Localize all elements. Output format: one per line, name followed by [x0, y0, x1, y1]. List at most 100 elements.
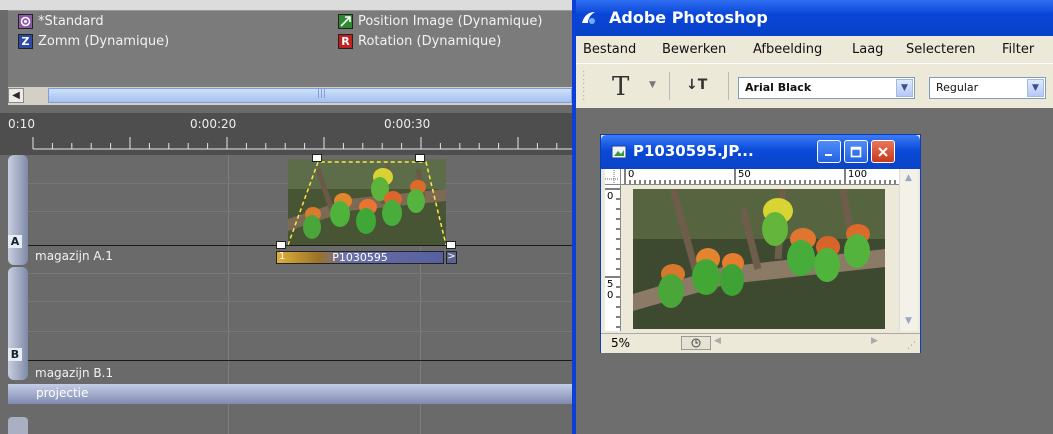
clip-thumbnail[interactable]	[288, 159, 446, 245]
vertical-ruler-ticks	[605, 188, 620, 328]
scroll-grip-icon: |||	[317, 89, 327, 99]
menu-afbeelding[interactable]: Afbeelding	[753, 42, 822, 57]
ruler-label: 0	[607, 290, 614, 301]
projection-label: projectie	[36, 386, 89, 400]
standard-effect-icon	[18, 14, 33, 29]
scroll-left-arrow-icon[interactable]: ◀	[8, 88, 24, 103]
position-effect-icon	[338, 14, 353, 29]
document-body: 0 50 100 0 5 0 ▲ ▼	[605, 169, 918, 333]
menu-bewerken[interactable]: Bewerken	[662, 42, 726, 57]
status-info-icon	[691, 338, 701, 348]
effect-label: *Standard	[38, 14, 104, 29]
keyframe-handle[interactable]	[312, 154, 322, 162]
video-editor-panel: *Standard Z Zomm (Dynamique) Position Im…	[0, 0, 572, 434]
timeline-clip[interactable]: 1 P1030595	[276, 251, 444, 264]
keyframe-handle[interactable]	[415, 154, 425, 162]
horizontal-ruler[interactable]: 0 50 100	[621, 169, 899, 185]
grid-line	[28, 331, 572, 332]
editor-top-strip	[0, 0, 572, 10]
scroll-right-arrow-icon[interactable]: ▶	[871, 336, 885, 350]
ruler-ticks	[32, 137, 572, 150]
scroll-up-arrow-icon[interactable]: ▲	[901, 170, 916, 185]
ruler-label: 0	[628, 169, 635, 180]
minimize-button[interactable]	[817, 140, 841, 163]
timecode-label: 0:10	[8, 117, 35, 131]
menu-laag[interactable]: Laag	[852, 42, 883, 57]
photoshop-titlebar[interactable]: Adobe Photoshop	[572, 0, 1053, 36]
type-tool-icon[interactable]: T	[612, 72, 629, 102]
font-family-select[interactable]: Arial Black ▼	[738, 77, 915, 99]
document-canvas[interactable]	[633, 189, 885, 329]
timecode-label: 0:00:20	[190, 117, 237, 131]
track-a-header[interactable]	[8, 155, 28, 265]
maximize-icon	[850, 146, 862, 157]
ruler-origin-icon	[605, 170, 618, 183]
tool-preset-dropdown-icon[interactable]: ▼	[649, 80, 656, 90]
effects-panel: *Standard Z Zomm (Dynamique) Position Im…	[8, 10, 572, 88]
font-family-value: Arial Black	[745, 81, 812, 94]
options-bar-grip-icon[interactable]: ::::	[582, 69, 585, 103]
zoom-effect-icon: Z	[18, 34, 33, 49]
document-title: P1030595.JP...	[633, 142, 754, 160]
ruler-label: 5	[607, 279, 614, 290]
track-a-line	[28, 245, 572, 246]
scroll-left-arrow-icon[interactable]: ◀	[714, 336, 728, 350]
document-file-icon	[611, 145, 627, 159]
effect-zoom[interactable]: Z Zomm (Dynamique)	[18, 34, 169, 49]
scroll-thumb[interactable]: |||	[48, 88, 572, 103]
timeline-ruler[interactable]: 0:10 0:00:20 0:00:30	[0, 113, 572, 155]
grid-line	[28, 301, 572, 302]
menu-bestand[interactable]: Bestand	[583, 42, 636, 57]
document-titlebar[interactable]: P1030595.JP...	[601, 135, 920, 169]
timeline-tracks: A magazijn A.1 B magazijn B.1 projectie	[0, 155, 572, 434]
resize-grip-icon[interactable]: ⋰	[907, 341, 916, 351]
document-status-bar: 5% ◀ ▶ ⋰	[601, 333, 920, 353]
ruler-label: 0	[607, 191, 614, 202]
effect-label: Zomm (Dynamique)	[38, 34, 170, 49]
status-info-button[interactable]	[681, 336, 711, 350]
track-a-letter: A	[8, 235, 22, 248]
effect-standard[interactable]: *Standard	[18, 14, 104, 29]
vertical-ruler[interactable]: 0 5 0	[605, 185, 621, 331]
ruler-origin[interactable]	[605, 169, 621, 185]
separator	[669, 72, 670, 100]
close-button[interactable]	[871, 140, 895, 163]
text-orientation-icon[interactable]: ↓T	[686, 77, 707, 93]
minimize-icon	[825, 153, 832, 156]
track-b-letter: B	[8, 348, 22, 361]
keyframe-handle[interactable]	[276, 241, 286, 249]
maximize-button[interactable]	[844, 140, 868, 163]
effect-position[interactable]: Position Image (Dynamique)	[338, 14, 542, 29]
clip-end-handle[interactable]: >	[446, 251, 457, 264]
menu-filter[interactable]: Filter	[1002, 42, 1034, 57]
menu-selecteren[interactable]: Selecteren	[906, 42, 975, 57]
options-bar: :::: T ▼ ↓T Arial Black ▼ Regular ▼	[576, 63, 1053, 109]
chevron-down-icon[interactable]: ▼	[1027, 79, 1044, 97]
close-icon	[878, 146, 888, 157]
separator	[728, 72, 729, 100]
zoom-level[interactable]: 5%	[611, 336, 630, 350]
effects-horizontal-scrollbar[interactable]: ◀ |||	[8, 87, 572, 105]
track-b-header[interactable]	[8, 267, 28, 380]
menu-bar: Bestand Bewerken Afbeelding Laag Selecte…	[576, 36, 1053, 63]
track-a-name: magazijn A.1	[35, 249, 113, 263]
track-b-line	[28, 360, 572, 361]
scroll-down-arrow-icon[interactable]: ▼	[901, 313, 916, 328]
font-style-value: Regular	[936, 81, 979, 94]
photoshop-title: Adobe Photoshop	[609, 8, 768, 27]
ruler-label: 50	[738, 169, 751, 180]
effect-label: Rotation (Dynamique)	[358, 34, 502, 49]
rotation-effect-icon: R	[338, 34, 353, 49]
effect-rotation[interactable]: R Rotation (Dynamique)	[338, 34, 501, 49]
document-window[interactable]: P1030595.JP... 0 50 100 0 5 0 ▲ ▼ 5% ◀ ▶…	[600, 134, 921, 353]
document-vertical-scrollbar[interactable]: ▲ ▼	[899, 169, 918, 331]
chevron-down-icon[interactable]: ▼	[896, 79, 913, 97]
projection-track[interactable]: projectie	[8, 384, 572, 404]
track-c-header[interactable]	[8, 417, 28, 434]
clip-name: P1030595	[332, 251, 388, 264]
font-style-select[interactable]: Regular ▼	[929, 77, 1046, 99]
lovebirds-photo	[633, 189, 885, 329]
photoshop-logo-icon	[582, 12, 595, 24]
timecode-label: 0:00:30	[384, 117, 431, 131]
keyframe-handle[interactable]	[446, 241, 456, 249]
